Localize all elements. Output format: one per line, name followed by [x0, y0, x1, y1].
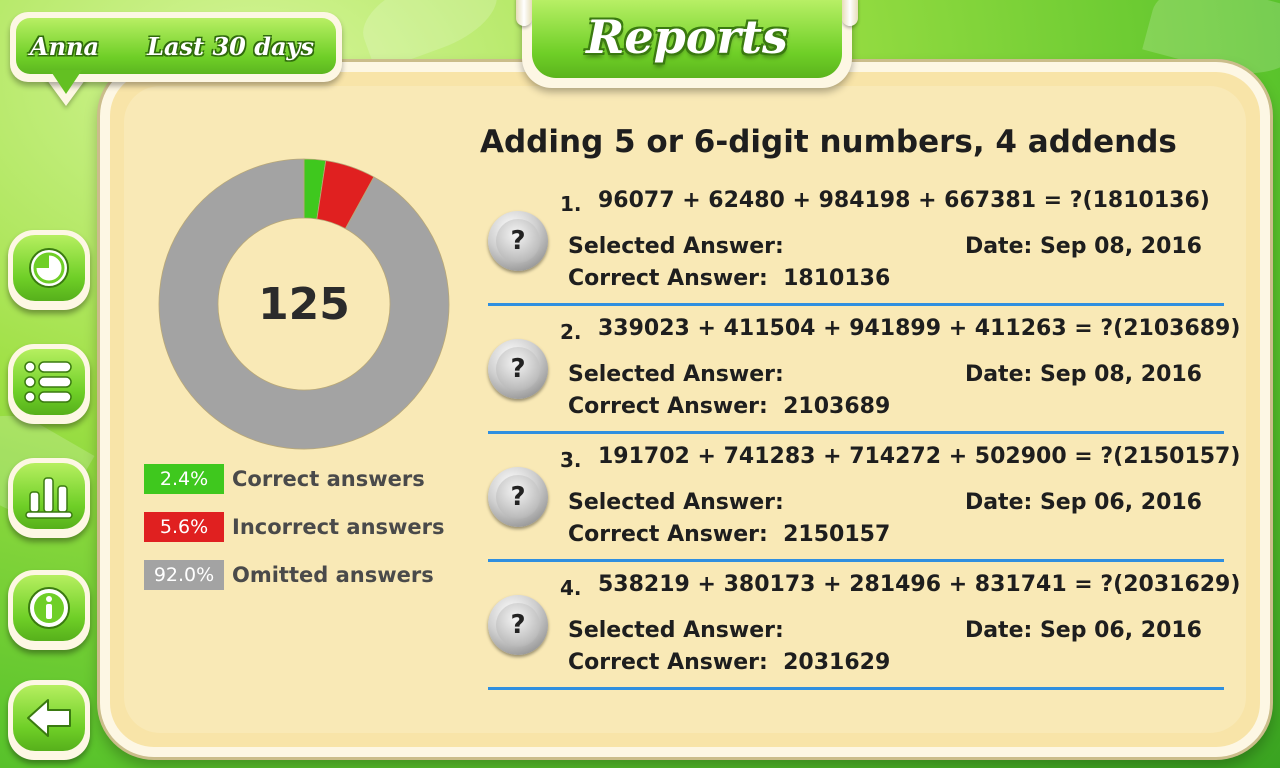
user-name: Anna: [30, 31, 100, 61]
question-text: 339023 + 411504 + 941899 + 411263 = ?(21…: [598, 316, 1241, 341]
question-number: 4.: [560, 576, 582, 600]
background-leaf: [352, 0, 508, 72]
selected-answer-label: Selected Answer:: [568, 362, 784, 387]
list-icon: [24, 361, 72, 403]
page-title: Reports: [586, 10, 788, 64]
bar-chart-icon: [25, 477, 73, 519]
legend-correct: 2.4% Correct answers: [144, 464, 425, 494]
legend-omitted-pct: 92.0%: [144, 560, 224, 590]
legend-incorrect-label: Incorrect answers: [232, 515, 445, 539]
question-text: 191702 + 741283 + 714272 + 502900 = ?(21…: [598, 444, 1241, 469]
question-item[interactable]: ? 1. 96077 + 62480 + 984198 + 667381 = ?…: [488, 178, 1224, 306]
question-date: Date: Sep 06, 2016: [964, 618, 1202, 643]
correct-answer: Correct Answer: 2031629: [568, 650, 891, 675]
question-item[interactable]: ? 2. 339023 + 411504 + 941899 + 411263 =…: [488, 306, 1240, 434]
question-item[interactable]: ? 3. 191702 + 741283 + 714272 + 502900 =…: [488, 434, 1240, 562]
question-text: 538219 + 380173 + 281496 + 831741 = ?(20…: [598, 572, 1241, 597]
question-date: Date: Sep 08, 2016: [964, 234, 1202, 259]
selected-answer-label: Selected Answer:: [568, 234, 784, 259]
legend-incorrect: 5.6% Incorrect answers: [144, 512, 445, 542]
question-date: Date: Sep 08, 2016: [964, 362, 1202, 387]
info-button[interactable]: [8, 570, 90, 650]
selected-answer-label: Selected Answer:: [568, 490, 784, 515]
question-number: 1.: [560, 192, 582, 216]
back-arrow-icon: [27, 699, 71, 737]
divider: [488, 687, 1224, 690]
legend-correct-label: Correct answers: [232, 467, 425, 491]
legend-incorrect-pct: 5.6%: [144, 512, 224, 542]
correct-answer: Correct Answer: 2103689: [568, 394, 891, 419]
legend-omitted: 92.0% Omitted answers: [144, 560, 434, 590]
correct-answer: Correct Answer: 2150157: [568, 522, 891, 547]
question-number: 2.: [560, 320, 582, 344]
correct-answer: Correct Answer: 1810136: [568, 266, 891, 291]
back-button[interactable]: [8, 680, 90, 760]
bar-chart-button[interactable]: [8, 458, 90, 538]
period-label: Last 30 days: [147, 31, 314, 61]
time-button[interactable]: [8, 230, 90, 310]
time-icon: [29, 248, 69, 288]
legend-correct-pct: 2.4%: [144, 464, 224, 494]
legend-omitted-label: Omitted answers: [232, 563, 434, 587]
question-number: 3.: [560, 448, 582, 472]
question-mark-icon[interactable]: ?: [488, 339, 548, 399]
question-date: Date: Sep 06, 2016: [964, 490, 1202, 515]
topic-title: Adding 5 or 6-digit numbers, 4 addends: [480, 124, 1177, 160]
info-icon: [28, 587, 70, 629]
title-tab: Reports: [516, 0, 858, 88]
question-mark-icon[interactable]: ?: [488, 211, 548, 271]
question-mark-icon[interactable]: ?: [488, 467, 548, 527]
total-questions-count: 125: [258, 278, 350, 330]
bubble-tail-inner: [50, 70, 82, 94]
question-item[interactable]: ? 4. 538219 + 380173 + 281496 + 831741 =…: [488, 562, 1240, 690]
selected-answer-label: Selected Answer:: [568, 618, 784, 643]
title-post-right: [842, 0, 858, 26]
list-button[interactable]: [8, 344, 90, 424]
question-text: 96077 + 62480 + 984198 + 667381 = ?(1810…: [598, 188, 1210, 213]
question-mark-icon[interactable]: ?: [488, 595, 548, 655]
title-post-left: [516, 0, 532, 26]
